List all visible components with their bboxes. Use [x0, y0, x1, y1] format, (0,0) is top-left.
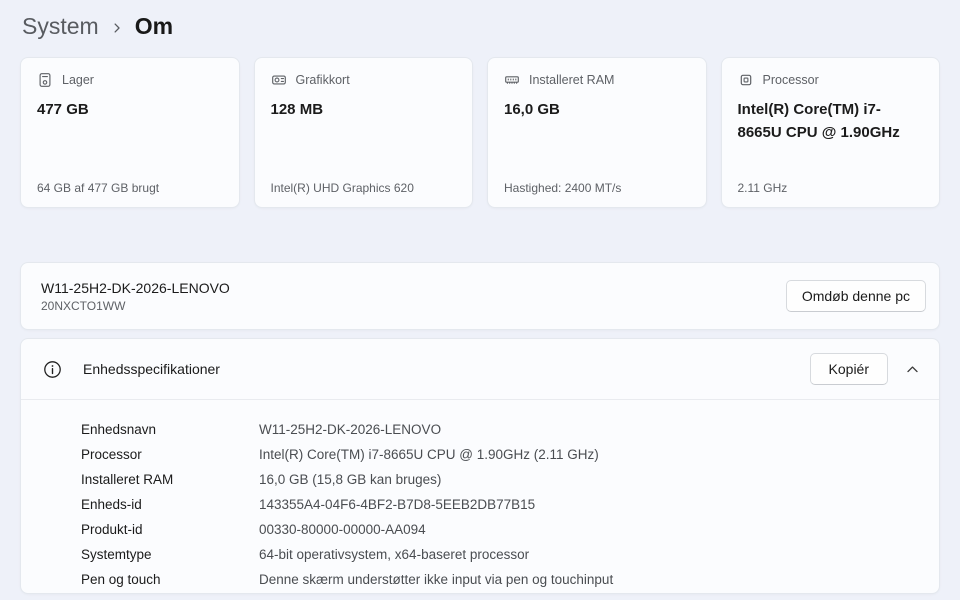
page-title: Om	[135, 13, 173, 40]
gpu-icon	[271, 72, 287, 88]
spec-card-label: Grafikkort	[296, 73, 350, 87]
spec-card: Processor Intel(R) Core(TM) i7-8665U CPU…	[721, 57, 941, 208]
spec-card-detail: Hastighed: 2400 MT/s	[504, 181, 621, 195]
spec-row-label: Enheds-id	[81, 492, 259, 517]
breadcrumb: System Om	[0, 0, 960, 44]
spec-card-label: Installeret RAM	[529, 73, 614, 87]
spec-card: Grafikkort 128 MB Intel(R) UHD Graphics …	[254, 57, 474, 208]
settings-about-page: System Om Lager 477 GB 64 GB af 477 GB b…	[0, 0, 960, 44]
spec-row: Installeret RAM 16,0 GB (15,8 GB kan bru…	[81, 467, 939, 492]
spec-row: Pen og touch Denne skærm understøtter ik…	[81, 567, 939, 592]
device-model: 20NXCTO1WW	[41, 299, 786, 313]
spec-row: Produkt-id 00330-80000-00000-AA094	[81, 517, 939, 542]
specs-table: Enhedsnavn W11-25H2-DK-2026-LENOVO Proce…	[21, 400, 939, 592]
spec-row-value: 00330-80000-00000-AA094	[259, 517, 426, 542]
spec-row-value: W11-25H2-DK-2026-LENOVO	[259, 417, 441, 442]
device-name: W11-25H2-DK-2026-LENOVO	[41, 280, 786, 296]
spec-row: Enhedsnavn W11-25H2-DK-2026-LENOVO	[81, 417, 939, 442]
spec-card-header: Processor	[738, 72, 924, 88]
chevron-right-icon	[111, 22, 123, 34]
device-name-card: W11-25H2-DK-2026-LENOVO 20NXCTO1WW Omdøb…	[20, 262, 940, 330]
spec-card: Lager 477 GB 64 GB af 477 GB brugt	[20, 57, 240, 208]
spec-row-value: 64-bit operativsystem, x64-baseret proce…	[259, 542, 529, 567]
device-name-block: W11-25H2-DK-2026-LENOVO 20NXCTO1WW	[41, 280, 786, 313]
spec-card-value: 16,0 GB	[504, 99, 690, 122]
device-specifications-title: Enhedsspecifikationer	[83, 361, 810, 377]
info-icon	[43, 360, 62, 379]
chevron-up-icon[interactable]	[905, 362, 920, 377]
spec-row: Systemtype 64-bit operativsystem, x64-ba…	[81, 542, 939, 567]
rename-pc-button[interactable]: Omdøb denne pc	[786, 280, 926, 312]
spec-card-value: Intel(R) Core(TM) i7-8665U CPU @ 1.90GHz	[738, 99, 924, 144]
spec-row-value: Intel(R) Core(TM) i7-8665U CPU @ 1.90GHz…	[259, 442, 599, 467]
spec-row-label: Enhedsnavn	[81, 417, 259, 442]
spec-card-header: Installeret RAM	[504, 72, 690, 88]
spec-card: Installeret RAM 16,0 GB Hastighed: 2400 …	[487, 57, 707, 208]
spec-card-value: 128 MB	[271, 99, 457, 122]
spec-cards-row: Lager 477 GB 64 GB af 477 GB brugt Grafi…	[20, 57, 940, 208]
spec-card-value: 477 GB	[37, 99, 223, 122]
spec-row-label: Systemtype	[81, 542, 259, 567]
spec-row: Enheds-id 143355A4-04F6-4BF2-B7D8-5EEB2D…	[81, 492, 939, 517]
spec-card-label: Lager	[62, 73, 94, 87]
spec-row-label: Pen og touch	[81, 567, 259, 592]
spec-row-value: 16,0 GB (15,8 GB kan bruges)	[259, 467, 441, 492]
spec-card-header: Grafikkort	[271, 72, 457, 88]
storage-icon	[37, 72, 53, 88]
cpu-icon	[738, 72, 754, 88]
spec-card-label: Processor	[763, 73, 819, 87]
spec-card-detail: 2.11 GHz	[738, 181, 788, 195]
device-specifications-expander[interactable]: Enhedsspecifikationer Kopiér	[21, 339, 939, 400]
spec-card-detail: Intel(R) UHD Graphics 620	[271, 181, 414, 195]
spec-row-label: Processor	[81, 442, 259, 467]
spec-row: Processor Intel(R) Core(TM) i7-8665U CPU…	[81, 442, 939, 467]
spec-row-value: 143355A4-04F6-4BF2-B7D8-5EEB2DB77B15	[259, 492, 535, 517]
spec-card-header: Lager	[37, 72, 223, 88]
spec-row-value: Denne skærm understøtter ikke input via …	[259, 567, 613, 592]
spec-card-detail: 64 GB af 477 GB brugt	[37, 181, 159, 195]
ram-icon	[504, 72, 520, 88]
breadcrumb-system[interactable]: System	[22, 13, 99, 40]
spec-row-label: Produkt-id	[81, 517, 259, 542]
spec-row-label: Installeret RAM	[81, 467, 259, 492]
device-specifications-card: Enhedsspecifikationer Kopiér Enhedsnavn …	[20, 338, 940, 594]
copy-button[interactable]: Kopiér	[810, 353, 888, 385]
